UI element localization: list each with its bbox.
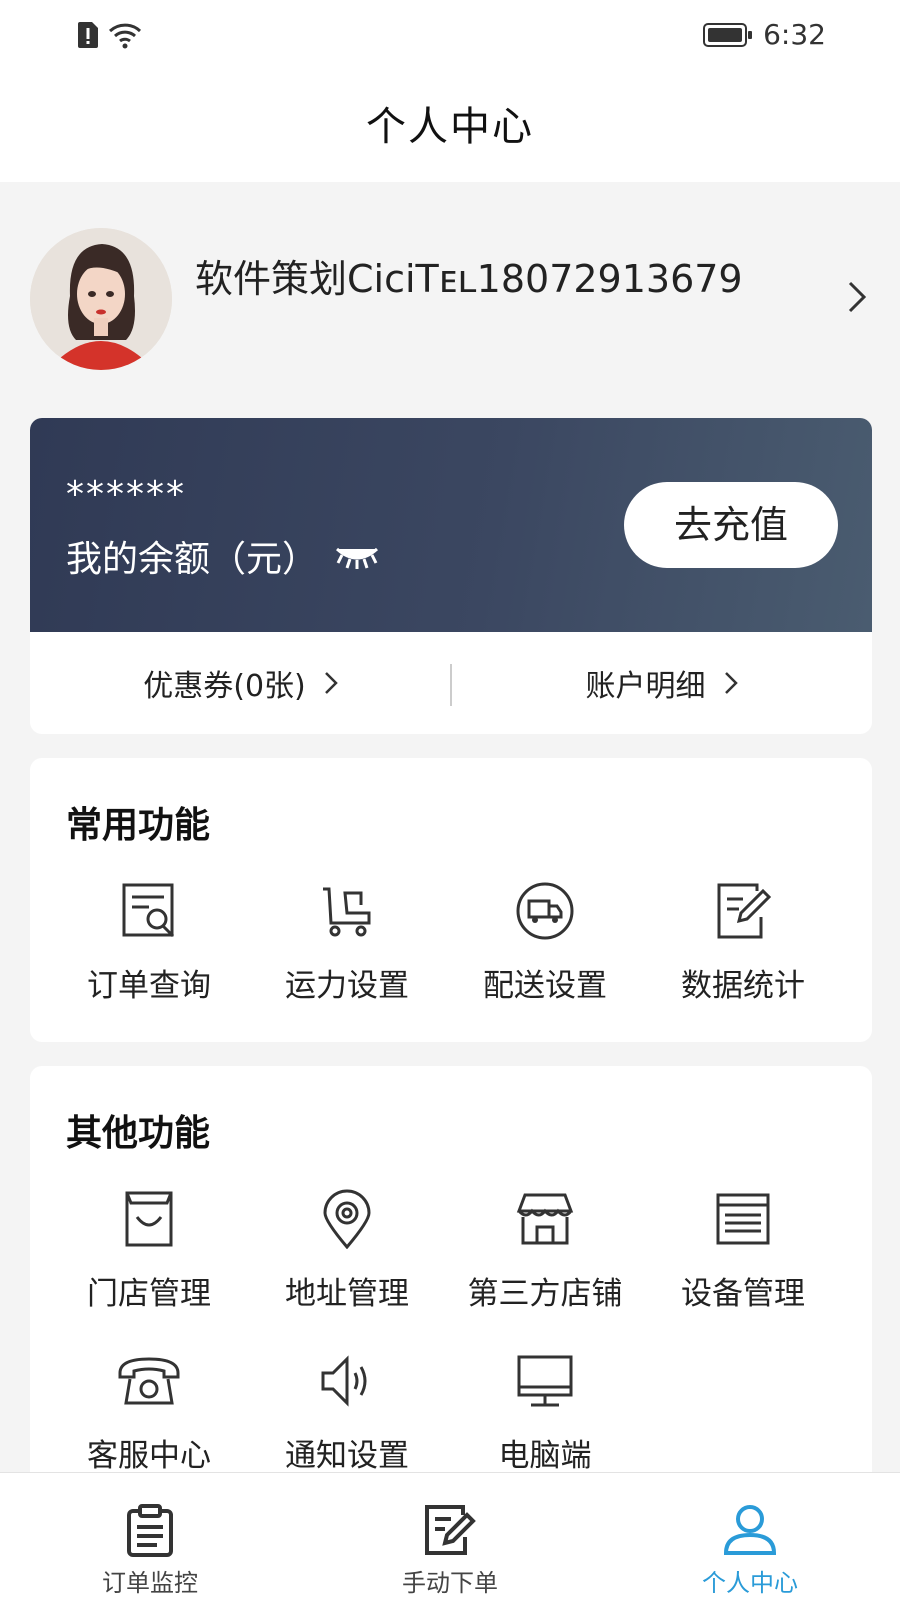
avatar-portrait — [30, 228, 172, 370]
status-icons-right: 6:32 — [703, 18, 826, 51]
grid-item-address-management[interactable]: 地址管理 — [252, 1184, 442, 1313]
grid-item-label: 订单查询 — [87, 968, 211, 1004]
grid-item-desktop[interactable]: 电脑端 — [450, 1346, 640, 1475]
edit-icon — [717, 883, 772, 939]
grid-item-label: 门店管理 — [87, 1276, 211, 1312]
location-pin-icon — [323, 1189, 371, 1249]
balance-panel: ****** 我的余额（元） 去充值 — [30, 418, 872, 632]
balance-label-row: 我的余额（元） — [66, 530, 380, 582]
section-title: 其他功能 — [66, 1113, 211, 1154]
grid-item-store-management[interactable]: 门店管理 — [54, 1184, 244, 1313]
tab-label: 手动下单 — [402, 1569, 498, 1597]
grid-item-data-stats[interactable]: 数据统计 — [648, 876, 838, 1005]
page-title: 个人中心 — [366, 104, 534, 150]
clipboard-icon — [127, 1504, 173, 1557]
telephone-icon — [118, 1357, 180, 1405]
printer-icon — [716, 1193, 770, 1245]
grid-item-notification-settings[interactable]: 通知设置 — [252, 1346, 442, 1475]
divider — [450, 664, 452, 706]
grid-item-device-management[interactable]: 设备管理 — [648, 1184, 838, 1313]
grid-item-customer-service[interactable]: 客服中心 — [54, 1346, 244, 1475]
common-functions-card: 常用功能 订单查询 运力设置 配送设置 数据统计 — [30, 758, 872, 1042]
speaker-icon — [321, 1355, 367, 1407]
status-icons-left — [76, 20, 142, 50]
order-search-icon — [122, 883, 175, 938]
grid-item-delivery-capacity[interactable]: 运力设置 — [252, 876, 442, 1005]
storefront-icon — [516, 1193, 574, 1245]
chevron-right-icon — [724, 672, 738, 694]
account-detail-link[interactable]: 账户明细 — [451, 661, 872, 705]
avatar[interactable] — [30, 228, 172, 370]
grid-item-label: 电脑端 — [498, 1438, 592, 1474]
grid-item-order-search[interactable]: 订单查询 — [54, 876, 244, 1005]
grid-item-label: 地址管理 — [285, 1276, 409, 1312]
grid-item-delivery-settings[interactable]: 配送设置 — [450, 876, 640, 1005]
grid-item-label: 运力设置 — [285, 968, 409, 1004]
shopping-bag-icon — [125, 1191, 173, 1247]
user-icon — [723, 1505, 777, 1555]
coupons-link[interactable]: 优惠券(0张) — [30, 661, 451, 705]
profile-row[interactable]: 软件策划CiciTᴇʟ18072913679 — [30, 228, 880, 373]
tab-order-monitor[interactable]: 订单监控 — [0, 1473, 300, 1600]
grid-item-label: 客服中心 — [87, 1438, 211, 1474]
wifi-icon — [108, 23, 142, 49]
other-functions-card: 其他功能 门店管理 地址管理 第三方店铺 设备管理 客服中心 通知设置 电脑端 — [30, 1066, 872, 1486]
balance-card: ****** 我的余额（元） 去充值 优惠券(0张) 账户明细 — [30, 418, 872, 734]
grid-item-label: 设备管理 — [681, 1276, 805, 1312]
status-time: 6:32 — [763, 18, 826, 51]
profile-name: 软件策划CiciTᴇʟ18072913679 — [195, 257, 743, 301]
alert-sim-icon — [78, 22, 98, 48]
tab-label: 个人中心 — [702, 1569, 798, 1597]
monitor-icon — [517, 1355, 573, 1407]
page-header: 个人中心 — [0, 72, 900, 182]
balance-masked-amount: ****** — [66, 474, 186, 515]
bottom-tab-bar: 订单监控 手动下单 个人中心 — [0, 1472, 900, 1600]
balance-label: 我的余额（元） — [66, 539, 319, 580]
section-title: 常用功能 — [66, 805, 211, 846]
account-detail-label: 账户明细 — [585, 669, 706, 704]
tab-label: 订单监控 — [102, 1569, 198, 1597]
grid-item-label: 配送设置 — [483, 968, 607, 1004]
grid-item-label: 第三方店铺 — [467, 1276, 623, 1312]
status-bar: 6:32 — [0, 0, 900, 72]
chevron-right-icon[interactable] — [846, 280, 868, 314]
tab-profile[interactable]: 个人中心 — [600, 1473, 900, 1600]
truck-icon — [516, 882, 574, 940]
edit-document-icon — [425, 1505, 476, 1555]
grid-item-label: 数据统计 — [681, 968, 805, 1004]
tab-manual-order[interactable]: 手动下单 — [300, 1473, 600, 1600]
delivery-capacity-icon — [323, 887, 371, 937]
balance-links: 优惠券(0张) 账户明细 — [30, 632, 872, 734]
recharge-button[interactable]: 去充值 — [624, 482, 838, 568]
grid-item-label: 通知设置 — [285, 1438, 409, 1474]
coupons-label: 优惠券(0张) — [143, 669, 306, 704]
grid-item-third-party-store[interactable]: 第三方店铺 — [450, 1184, 640, 1313]
chevron-right-icon — [324, 672, 338, 694]
eye-closed-icon[interactable] — [334, 541, 380, 571]
battery-icon — [703, 22, 753, 47]
